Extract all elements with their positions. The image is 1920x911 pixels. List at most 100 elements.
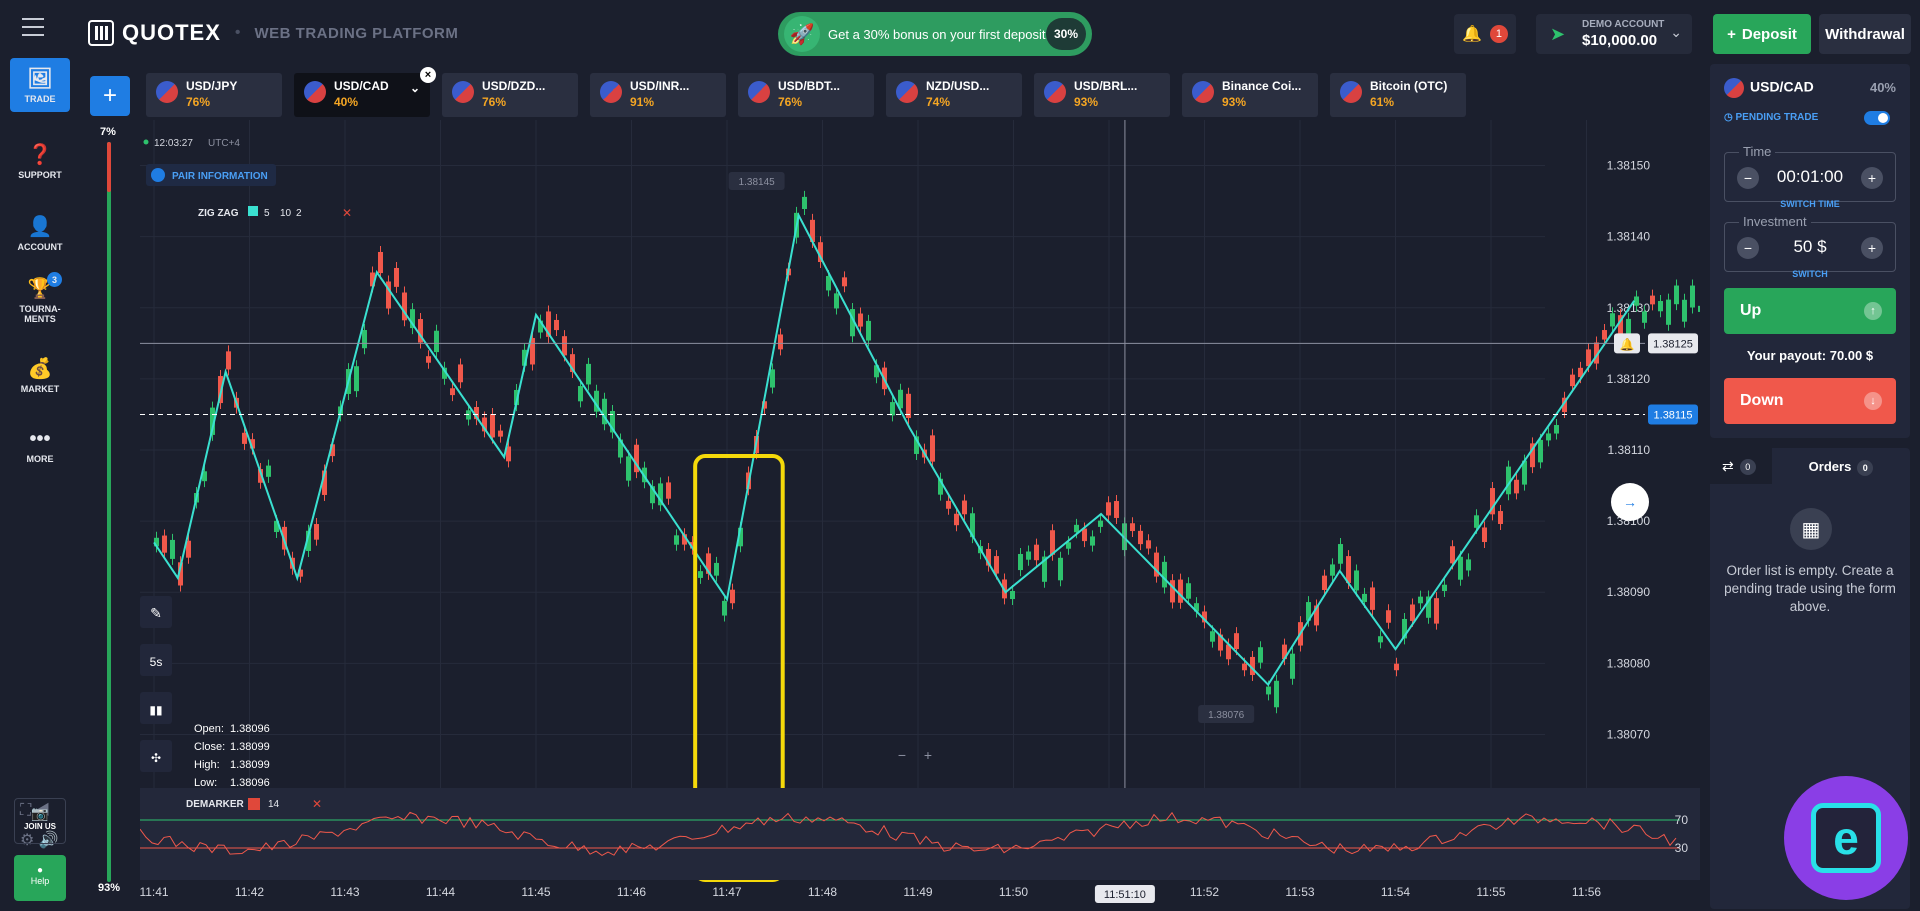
candle xyxy=(954,513,959,526)
ohlc-label: Low: xyxy=(194,777,217,789)
candle xyxy=(1130,523,1135,532)
sidebar-item-support[interactable]: ❓ SUPPORT xyxy=(10,142,70,180)
instagram-icon: 📷 xyxy=(31,805,49,821)
price-tick-label: 1.38120 xyxy=(1607,372,1651,386)
down-button[interactable]: Down ↓ xyxy=(1724,378,1896,424)
candle xyxy=(1410,604,1415,621)
time-tick-label: 11:41 xyxy=(140,885,169,899)
asset-tab[interactable]: NZD/USD... 74% xyxy=(886,73,1022,117)
sentiment-bar-red xyxy=(107,142,111,192)
candle xyxy=(1010,590,1015,600)
candle xyxy=(1322,575,1327,590)
asset-tab[interactable]: USD/JPY 76% xyxy=(146,73,282,117)
candle xyxy=(1674,285,1679,305)
asset-tab[interactable]: USD/BDT... 76% xyxy=(738,73,874,117)
sidebar-item-market[interactable]: 💰 MARKET xyxy=(10,356,70,394)
time-tick-label: 11:50 xyxy=(999,885,1028,899)
candle xyxy=(1602,330,1607,340)
candle xyxy=(170,539,175,559)
asset-tab-name: NZD/USD... xyxy=(926,79,990,93)
candle xyxy=(1090,536,1095,546)
menu-icon[interactable] xyxy=(22,18,44,36)
candle xyxy=(770,369,775,388)
ohlc-value: 1.38099 xyxy=(230,741,270,753)
trade-panel: USD/CAD 40% ◷ PENDING TRADE Time − 00:01… xyxy=(1710,64,1910,909)
trade-form: USD/CAD 40% ◷ PENDING TRADE Time − 00:01… xyxy=(1710,64,1910,438)
sidebar-item-trade[interactable]: 🖼 TRADE xyxy=(10,58,70,112)
candle xyxy=(378,251,383,274)
candle xyxy=(866,320,871,341)
candle xyxy=(1362,593,1367,602)
asset-tab[interactable]: USD/CAD 40% ⌄ × xyxy=(294,67,436,117)
candle xyxy=(1026,551,1031,560)
zoom-out-icon: − xyxy=(898,747,906,763)
trade-pair-pct: 40% xyxy=(1869,80,1896,95)
sidebar-item-tournaments[interactable]: 🏆 3 TOURNA-MENTS xyxy=(10,272,70,324)
asset-tab-name: USD/BDT... xyxy=(778,79,841,93)
price-chart[interactable]: 1.381501.381401.381301.381201.381101.381… xyxy=(140,120,1700,910)
price-tick-label: 1.38110 xyxy=(1608,443,1651,457)
zigzag-param: 10 xyxy=(280,208,292,219)
switch-link[interactable]: SWITCH xyxy=(1725,269,1895,279)
candle xyxy=(674,535,679,545)
help-button[interactable]: ● Help xyxy=(14,855,66,901)
time-tick-label: 11:48 xyxy=(808,885,837,899)
trade-pair[interactable]: USD/CAD xyxy=(1724,78,1814,98)
candle xyxy=(1698,305,1700,312)
dots-icon: ••• xyxy=(29,428,51,450)
candle xyxy=(1538,439,1543,463)
candle xyxy=(1690,285,1695,308)
asset-tab-name: USD/INR... xyxy=(630,79,690,93)
sidebar-item-account[interactable]: 👤 ACCOUNT xyxy=(10,214,70,252)
tab-trades[interactable]: ⇄ 0 xyxy=(1710,448,1772,484)
candle xyxy=(834,293,839,309)
investment-field[interactable]: Investment − 50 $ + SWITCH xyxy=(1724,214,1896,279)
add-tab-button[interactable]: + xyxy=(90,76,130,116)
candle xyxy=(1178,579,1183,603)
candle xyxy=(1658,301,1663,312)
switch-time-link[interactable]: SWITCH TIME xyxy=(1725,199,1895,209)
up-button[interactable]: Up ↑ xyxy=(1724,288,1896,334)
candle xyxy=(1394,663,1399,671)
cursor-time-label: 11:51:10 xyxy=(1104,889,1146,901)
candle xyxy=(394,267,399,287)
time-field[interactable]: Time − 00:01:00 + SWITCH TIME xyxy=(1724,144,1896,209)
rocket-icon: 🚀 xyxy=(784,16,820,52)
candle xyxy=(1058,557,1063,581)
candle xyxy=(890,402,895,416)
chevron-down-icon: ⌄ xyxy=(1670,24,1682,40)
candle xyxy=(1354,570,1359,591)
bonus-banner[interactable]: 🚀 Get a 30% bonus on your first deposit … xyxy=(778,12,1092,56)
close-icon[interactable]: × xyxy=(420,67,436,83)
chevron-down-icon[interactable]: ⌄ xyxy=(410,81,420,95)
join-us-button[interactable]: 📷 JOIN US xyxy=(14,798,66,844)
ohlc-value: 1.38096 xyxy=(230,777,270,789)
candle xyxy=(730,589,735,604)
asset-tab[interactable]: Bitcoin (OTC) 61% xyxy=(1330,73,1466,117)
asset-tab[interactable]: USD/BRL... 93% xyxy=(1034,73,1170,117)
account-balance: $10,000.00 xyxy=(1582,32,1658,49)
time-tick-label: 11:43 xyxy=(330,885,359,899)
high-label: 1.38145 xyxy=(739,177,776,188)
cursor-price-label: 1.38125 xyxy=(1653,338,1693,350)
sidebar-item-more[interactable]: ••• MORE xyxy=(10,428,70,464)
investment-plus-button[interactable]: + xyxy=(1861,237,1883,259)
asset-tab[interactable]: USD/DZD... 76% xyxy=(442,73,578,117)
demarker-panel xyxy=(140,788,1700,880)
candle xyxy=(666,482,671,499)
asset-tab[interactable]: Binance Coi... 93% xyxy=(1182,73,1318,117)
candle xyxy=(1170,580,1175,603)
candle xyxy=(1210,631,1215,642)
asset-tab[interactable]: USD/INR... 91% xyxy=(590,73,726,117)
candle xyxy=(1138,530,1143,545)
deposit-button[interactable]: + Deposit xyxy=(1713,14,1811,54)
logo[interactable]: QUOTEX • WEB TRADING PLATFORM xyxy=(88,20,458,46)
account-switcher[interactable]: ➤ DEMO ACCOUNT $10,000.00 ⌄ xyxy=(1536,14,1692,54)
price-tick-label: 1.38080 xyxy=(1607,656,1651,670)
time-plus-button[interactable]: + xyxy=(1861,167,1883,189)
notifications-button[interactable]: 🔔 1 xyxy=(1454,14,1516,54)
zigzag-color-swatch xyxy=(248,206,258,216)
withdrawal-button[interactable]: Withdrawal xyxy=(1819,14,1911,54)
tab-orders[interactable]: Orders 0 xyxy=(1772,448,1910,484)
pending-trade-toggle[interactable] xyxy=(1864,111,1890,125)
